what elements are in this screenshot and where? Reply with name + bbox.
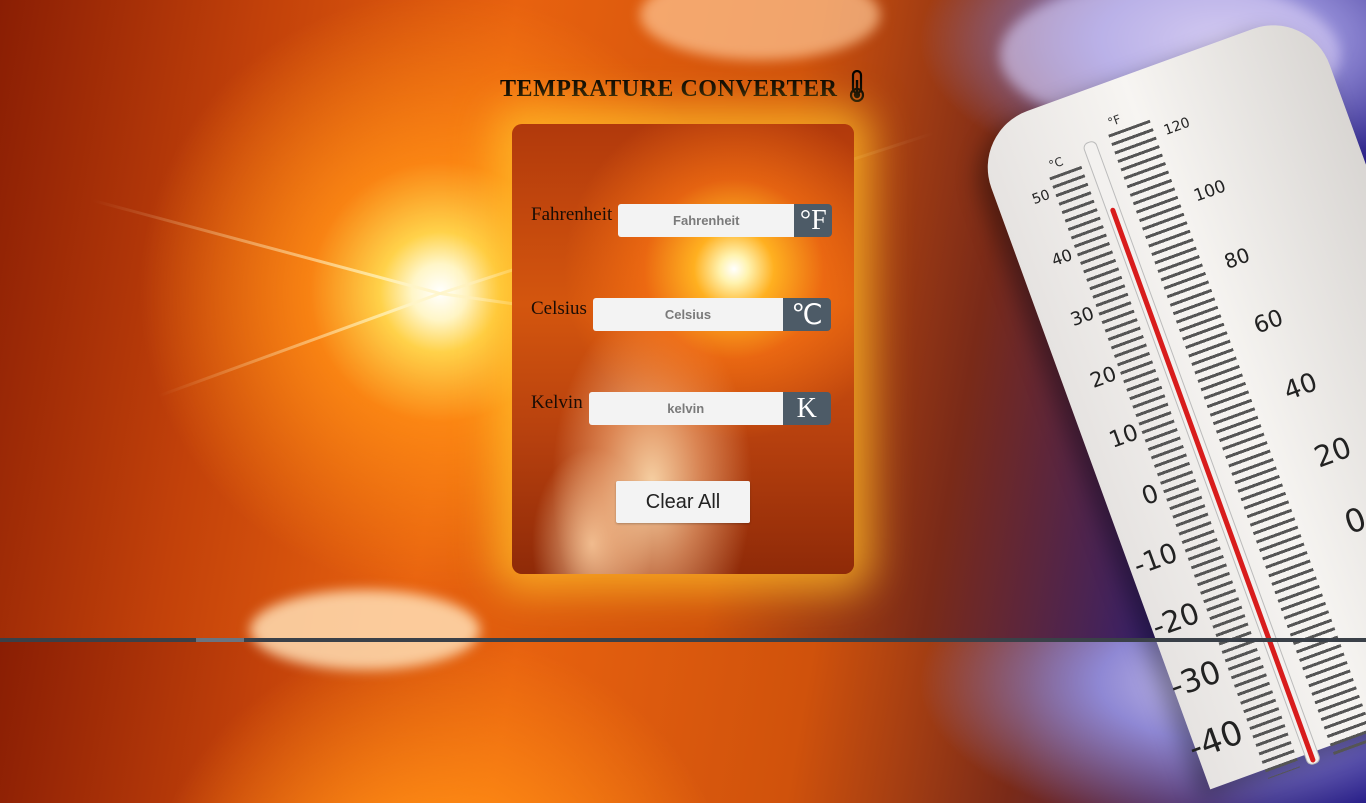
- fahrenheit-unit-label: °F: [1105, 112, 1123, 130]
- celsius-input[interactable]: [592, 298, 783, 331]
- fahrenheit-label: Fahrenheit: [531, 204, 613, 225]
- page-title-text: TEMPRATURE CONVERTER: [500, 76, 838, 102]
- celsius-unit-label: °C: [1046, 154, 1066, 173]
- fahrenheit-input[interactable]: [618, 204, 795, 237]
- clear-all-button[interactable]: Clear All: [616, 481, 750, 523]
- page-title: TEMPRATURE CONVERTER: [0, 69, 1366, 109]
- celsius-tick-label: -20: [1147, 595, 1205, 645]
- fahrenheit-tick-label: 120: [1161, 114, 1193, 139]
- kelvin-row: Kelvin K: [531, 392, 831, 425]
- fahrenheit-row: Fahrenheit °F: [531, 204, 833, 237]
- celsius-tick-label: -40: [1182, 712, 1249, 768]
- kelvin-unit-badge: K: [782, 392, 831, 425]
- fahrenheit-tick-label: 100: [1191, 176, 1229, 207]
- celsius-tick-label: -30: [1165, 654, 1226, 706]
- celsius-tick-label: 20: [1086, 361, 1120, 393]
- taskbar-item: [196, 638, 244, 642]
- converter-card: Fahrenheit °F Celsius ℃ Kelvin K Clear A…: [512, 124, 854, 574]
- sun-ray: [91, 198, 441, 295]
- kelvin-label: Kelvin: [531, 392, 583, 413]
- celsius-tick-label: 50: [1030, 186, 1053, 209]
- fahrenheit-field: °F: [618, 204, 833, 237]
- fahrenheit-tick-label: 0: [1339, 499, 1366, 542]
- kelvin-input[interactable]: [588, 392, 783, 425]
- fahrenheit-tick-label: 60: [1250, 304, 1287, 340]
- fahrenheit-tick-label: 40: [1280, 367, 1322, 407]
- celsius-tick-label: 0: [1137, 478, 1163, 512]
- fahrenheit-unit-badge: °F: [794, 204, 833, 237]
- celsius-tick-label: 40: [1048, 245, 1075, 270]
- taskbar: [0, 638, 1366, 642]
- cloud-decoration: [640, 0, 880, 60]
- fahrenheit-tick-label: 80: [1220, 242, 1254, 274]
- celsius-row: Celsius ℃: [531, 298, 831, 331]
- cloud-decoration: [250, 590, 480, 670]
- celsius-tick-label: 10: [1105, 419, 1142, 454]
- kelvin-field: K: [588, 392, 831, 425]
- thermometer-icon: [848, 69, 866, 109]
- celsius-tick-label: 30: [1067, 303, 1098, 331]
- celsius-label: Celsius: [531, 298, 587, 319]
- sun-ray: [157, 292, 441, 398]
- celsius-field: ℃: [592, 298, 831, 331]
- celsius-unit-badge: ℃: [782, 298, 831, 331]
- fahrenheit-tick-label: 20: [1309, 429, 1356, 475]
- background-thermometer: °C °F 50 40 30 20 10 0 -10 -20 -30 -40 120 100 80 60…: [970, 8, 1366, 790]
- celsius-tick-label: -10: [1129, 537, 1182, 582]
